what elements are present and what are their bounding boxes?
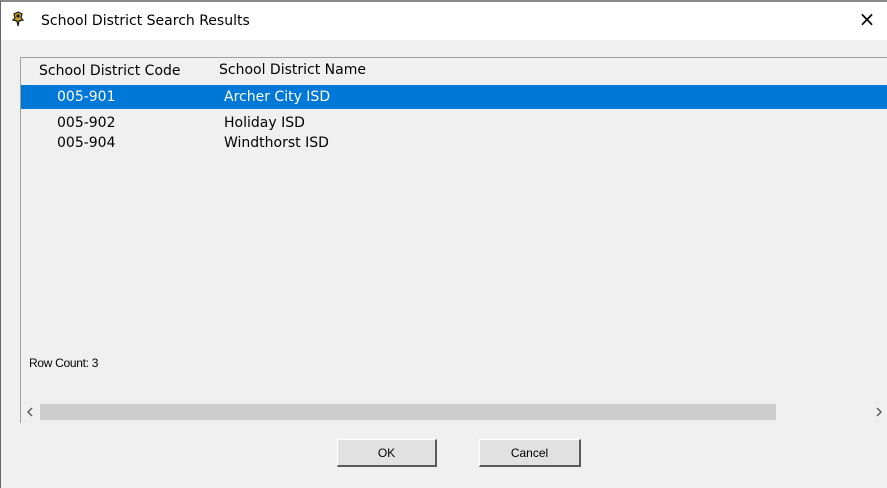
window-title: School District Search Results — [41, 13, 250, 29]
table-row[interactable]: 005-904 Windthorst ISD — [21, 131, 887, 155]
column-header-code[interactable]: School District Code — [39, 63, 181, 79]
table-row[interactable]: 005-901 Archer City ISD — [21, 85, 887, 109]
close-button[interactable]: × — [855, 7, 879, 31]
district-name: Archer City ISD — [224, 89, 331, 105]
district-code: 005-904 — [57, 135, 116, 151]
row-count: Row Count: 3 — [29, 356, 99, 370]
scroll-right-button[interactable] — [870, 402, 887, 422]
district-code: 005-901 — [57, 89, 116, 105]
results-list[interactable]: School District Code School District Nam… — [20, 57, 887, 423]
app-icon — [11, 11, 25, 27]
district-name: Holiday ISD — [224, 115, 305, 131]
ok-button[interactable]: OK — [337, 439, 437, 467]
scrollbar-thumb[interactable] — [40, 404, 776, 420]
title-bar[interactable]: School District Search Results × — [1, 2, 887, 40]
chevron-left-icon — [26, 407, 33, 417]
close-icon[interactable]: × — [859, 9, 876, 29]
chevron-right-icon — [875, 407, 882, 417]
district-code: 005-902 — [57, 115, 116, 131]
scroll-left-button[interactable] — [21, 402, 38, 422]
district-name: Windthorst ISD — [224, 135, 329, 151]
list-header: School District Code School District Nam… — [21, 58, 887, 82]
column-header-name[interactable]: School District Name — [219, 62, 366, 78]
horizontal-scrollbar[interactable] — [21, 402, 887, 422]
dialog-window: School District Search Results × School … — [0, 0, 887, 488]
cancel-button[interactable]: Cancel — [479, 439, 581, 467]
